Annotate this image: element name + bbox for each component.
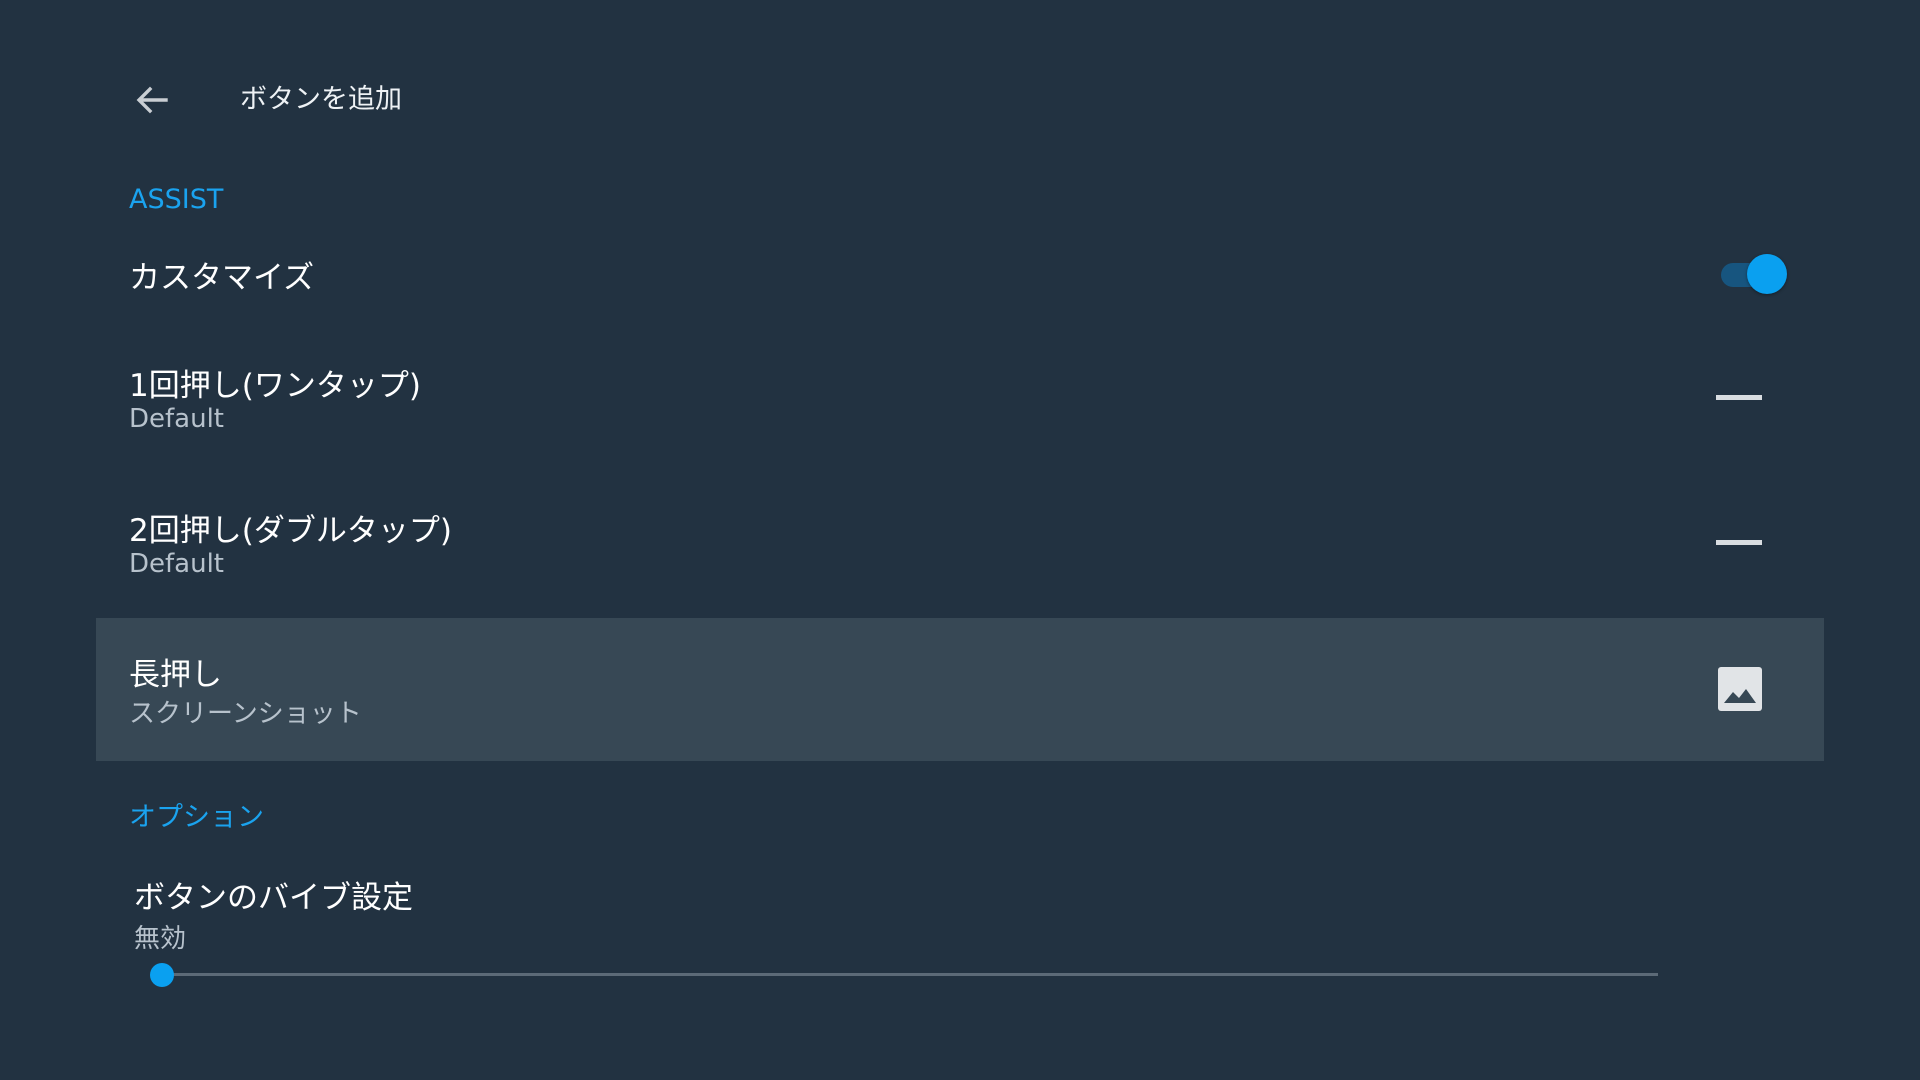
section-label-assist: ASSIST [129, 184, 224, 215]
back-button[interactable] [118, 60, 186, 140]
slider-thumb[interactable] [150, 963, 174, 987]
customize-toggle[interactable] [1719, 254, 1789, 294]
double-press-subtitle: Default [129, 549, 224, 579]
vibration-title: ボタンのバイブ設定 [134, 880, 413, 916]
app-header: ボタンを追加 [0, 60, 1920, 140]
vibration-row: ボタンのバイブ設定 無効 [96, 862, 1824, 962]
section-label-options: オプション [129, 802, 264, 833]
slider-track [162, 973, 1658, 976]
dash-icon [1716, 540, 1762, 545]
long-press-title: 長押し [129, 657, 222, 693]
dash-icon [1716, 395, 1762, 400]
settings-screen: ボタンを追加 ASSIST カスタマイズ 1回押し(ワンタップ) Default… [0, 0, 1920, 1080]
page-title: ボタンを追加 [240, 84, 402, 115]
single-press-row[interactable]: 1回押し(ワンタップ) Default [96, 350, 1824, 470]
single-press-subtitle: Default [129, 404, 224, 434]
double-press-row[interactable]: 2回押し(ダブルタップ) Default [96, 495, 1824, 615]
customize-label: カスタマイズ [129, 260, 315, 296]
vibration-slider[interactable] [150, 960, 1660, 990]
single-press-title: 1回押し(ワンタップ) [129, 368, 421, 404]
toggle-thumb [1747, 254, 1787, 294]
double-press-title: 2回押し(ダブルタップ) [129, 513, 452, 549]
arrow-back-icon [136, 86, 168, 114]
long-press-row[interactable]: 長押し スクリーンショット [96, 618, 1824, 761]
customize-row[interactable]: カスタマイズ [96, 240, 1824, 310]
long-press-subtitle: スクリーンショット [129, 699, 362, 729]
vibration-subtitle: 無効 [134, 924, 187, 954]
image-icon [1718, 667, 1762, 711]
